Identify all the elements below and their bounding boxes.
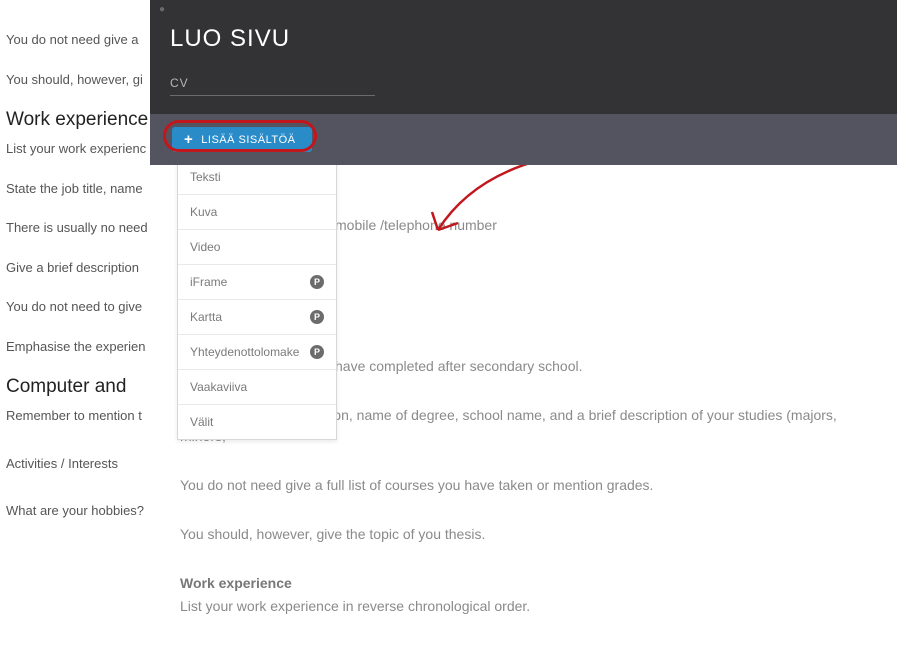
dropdown-item-label: iFrame [190, 275, 227, 289]
premium-badge-icon: P [310, 275, 324, 289]
dropdown-item-vaakaviiva[interactable]: Vaakaviiva [178, 369, 336, 404]
body-paragraph: List your work experience in reverse chr… [180, 598, 530, 614]
body-fragment: have completed after secondary school. [335, 356, 867, 377]
modal-toolbar: + LISÄÄ SISÄLTÖÄ [150, 114, 897, 165]
dropdown-item-label: Kartta [190, 310, 222, 324]
dropdown-item-kuva[interactable]: Kuva [178, 194, 336, 229]
dropdown-item-label: Välit [190, 415, 213, 429]
modal-title: LUO SIVU [170, 25, 877, 53]
create-page-modal: ● LUO SIVU + LISÄÄ SISÄLTÖÄ Teksti Kuva … [150, 0, 897, 665]
dropdown-item-label: Teksti [190, 170, 221, 184]
modal-content-area: Teksti Kuva Video iFrame P Kartta P Yhte… [150, 165, 897, 665]
dropdown-item-iframe[interactable]: iFrame P [178, 264, 336, 299]
body-paragraph: You should, however, give the topic of y… [180, 524, 867, 545]
plus-icon: + [184, 132, 193, 147]
modal-header: LUO SIVU [150, 15, 897, 114]
modal-drag-dot: ● [150, 0, 897, 15]
dropdown-item-teksti[interactable]: Teksti [178, 165, 336, 194]
dropdown-item-label: Video [190, 240, 220, 254]
dropdown-item-label: Yhteydenottolomake [190, 345, 299, 359]
dropdown-item-valit[interactable]: Välit [178, 404, 336, 439]
add-content-dropdown: Teksti Kuva Video iFrame P Kartta P Yhte… [177, 165, 337, 440]
premium-badge-icon: P [310, 345, 324, 359]
dropdown-item-yhteydenottolomake[interactable]: Yhteydenottolomake P [178, 334, 336, 369]
body-paragraph: You do not need give a full list of cour… [180, 475, 867, 496]
dropdown-item-label: Kuva [190, 205, 217, 219]
dropdown-item-label: Vaakaviiva [190, 380, 247, 394]
body-fragment: mobile /telephone number [335, 215, 867, 236]
dropdown-item-video[interactable]: Video [178, 229, 336, 264]
add-content-button[interactable]: + LISÄÄ SISÄLTÖÄ [172, 127, 312, 152]
body-heading: Work experience [180, 573, 867, 594]
premium-badge-icon: P [310, 310, 324, 324]
page-name-input[interactable] [170, 71, 375, 96]
dropdown-item-kartta[interactable]: Kartta P [178, 299, 336, 334]
add-content-label: LISÄÄ SISÄLTÖÄ [201, 134, 295, 146]
